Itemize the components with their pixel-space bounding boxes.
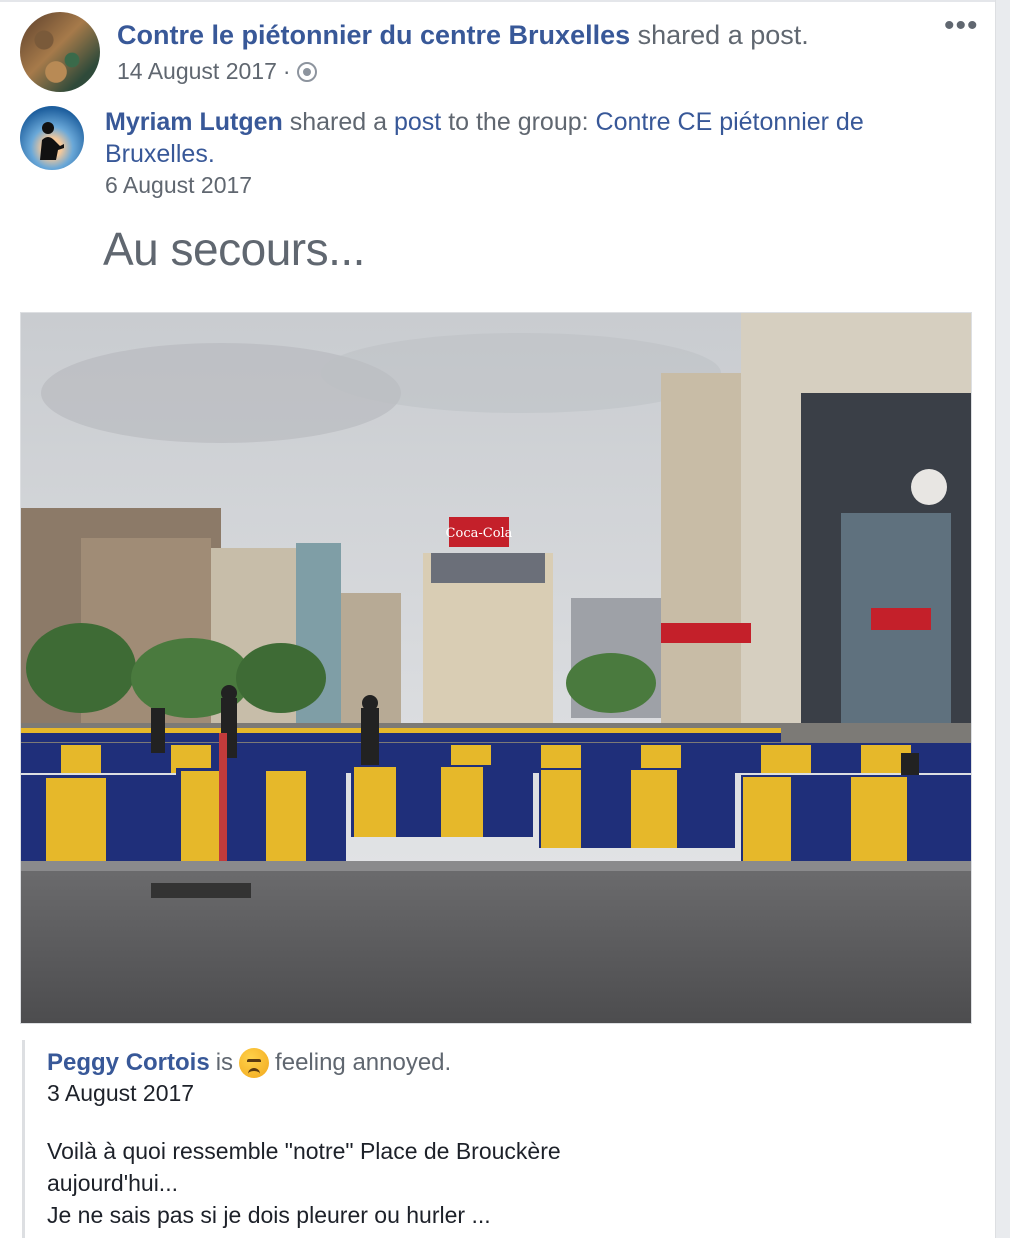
post-photo[interactable]: Coca-Cola xyxy=(20,312,972,1024)
street-scene-image: Coca-Cola xyxy=(21,313,971,1023)
user-name-link[interactable]: Myriam Lutgen xyxy=(105,108,283,136)
quoted-post-header: Peggy Cortois is feeling annoyed. xyxy=(47,1048,451,1078)
post-header: Contre le piétonnier du centre Bruxelles… xyxy=(117,18,809,52)
quoted-line-2: aujourd'hui... xyxy=(47,1170,178,1196)
feeling-text: feeling annoyed. xyxy=(275,1049,452,1076)
shared-text-3: . xyxy=(207,140,215,168)
globe-icon[interactable] xyxy=(296,61,317,82)
shared-text-2: to the group: xyxy=(441,108,596,136)
silhouette-icon xyxy=(40,122,64,160)
more-options-icon[interactable]: ••• xyxy=(944,11,979,41)
annoyed-face-icon xyxy=(239,1048,270,1078)
quoted-line-3: Je ne sais pas si je dois pleurer ou hur… xyxy=(47,1202,491,1228)
quoted-post-date[interactable]: 3 August 2017 xyxy=(47,1080,194,1107)
quoted-author-link[interactable]: Peggy Cortois xyxy=(47,1049,210,1077)
post-link[interactable]: post xyxy=(394,108,441,136)
page-name-link[interactable]: Contre le piétonnier du centre Bruxelles xyxy=(117,20,630,50)
user-avatar[interactable] xyxy=(20,106,84,170)
post-action-text: shared a post. xyxy=(637,20,809,50)
post-meta: 14 August 2017 · xyxy=(117,58,317,85)
quoted-post-body: Voilà à quoi ressemble "notre" Place de … xyxy=(47,1135,561,1231)
post-date-link[interactable]: 14 August 2017 xyxy=(117,58,277,85)
scrollbar-track[interactable] xyxy=(995,0,1010,1238)
shared-post-header: Myriam Lutgen shared a post to the group… xyxy=(105,106,925,170)
page-avatar[interactable] xyxy=(20,12,100,92)
shared-text-1: shared a xyxy=(282,108,394,136)
post-message: Au secours... xyxy=(103,223,365,275)
date-separator: · xyxy=(282,58,291,84)
coca-cola-sign: Coca-Cola xyxy=(446,526,513,541)
is-text: is xyxy=(215,1049,234,1076)
quoted-post: Peggy Cortois is feeling annoyed. 3 Augu… xyxy=(22,1040,985,1238)
quoted-line-1: Voilà à quoi ressemble "notre" Place de … xyxy=(47,1138,561,1164)
shared-post-date[interactable]: 6 August 2017 xyxy=(105,172,252,199)
top-border xyxy=(0,0,996,2)
